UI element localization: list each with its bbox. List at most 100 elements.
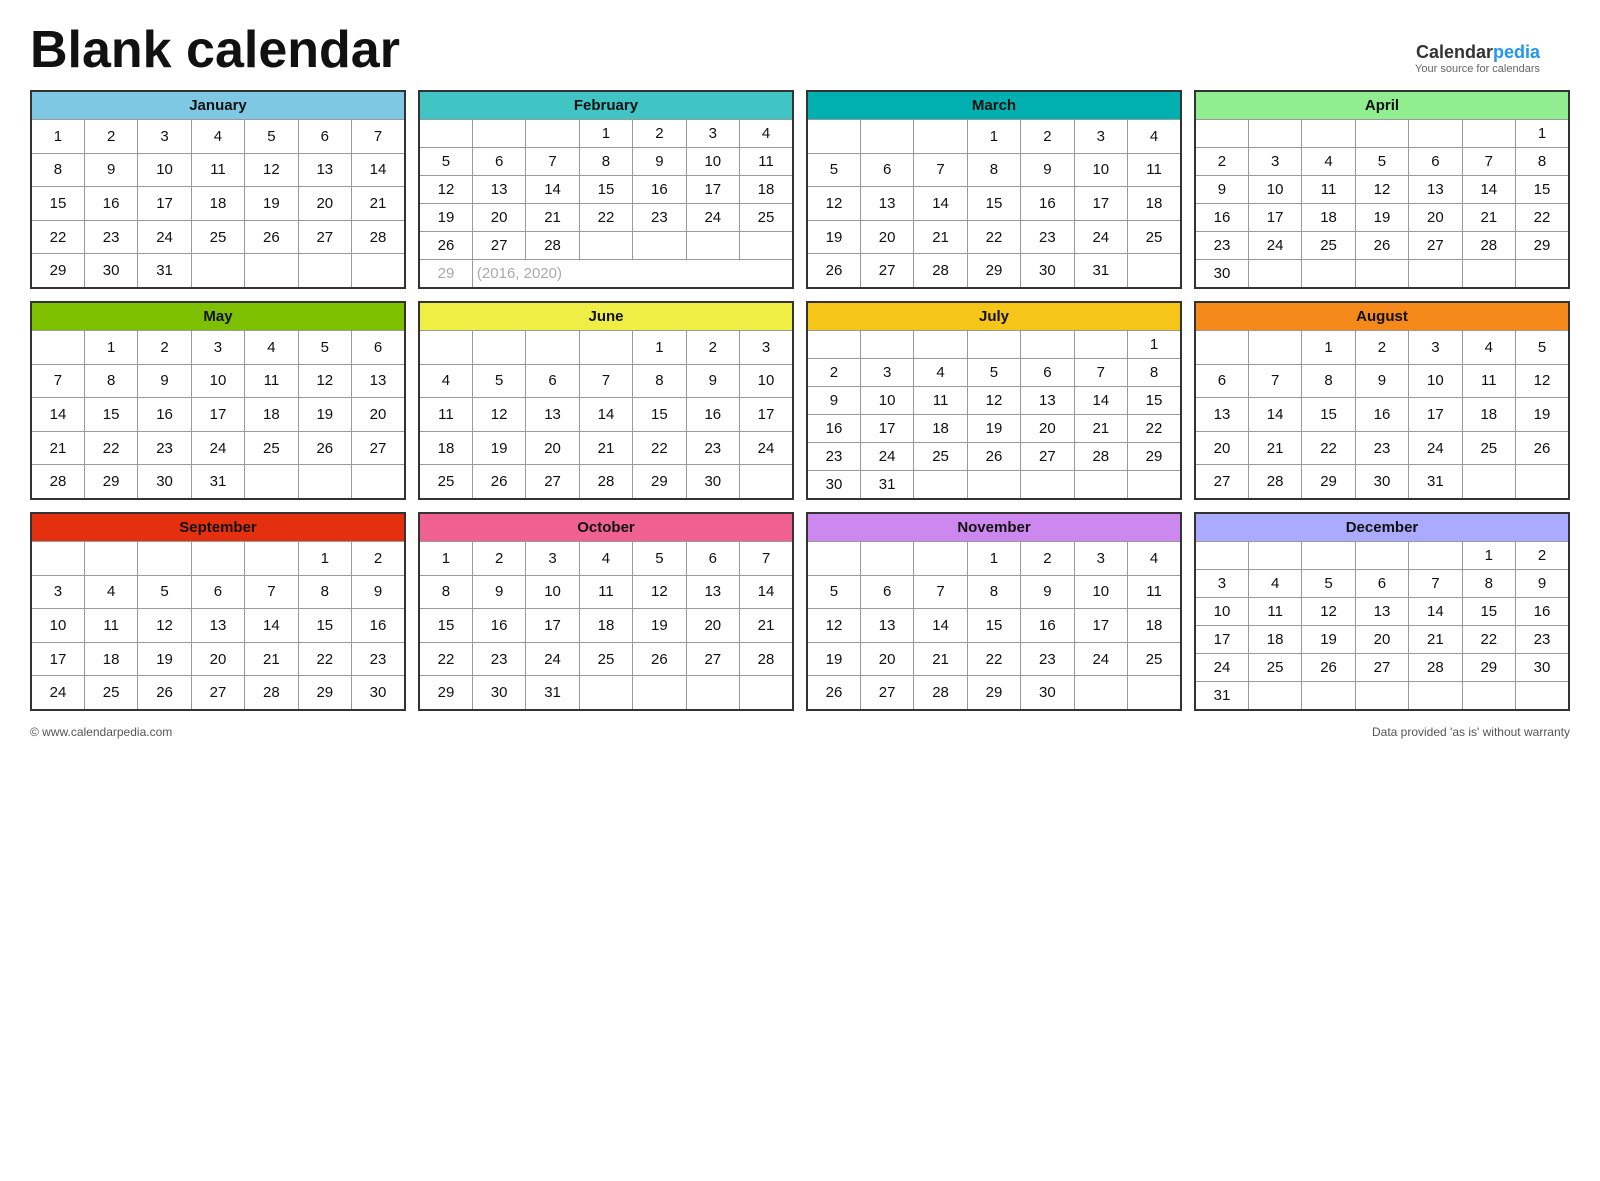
day-cell: 20 [191,642,244,676]
day-cell [1516,260,1569,289]
day-cell: 12 [138,609,191,643]
day-cell: 24 [1074,642,1127,676]
day-cell: 20 [298,187,351,221]
day-cell: 5 [633,542,686,576]
day-cell: 10 [860,387,913,415]
day-cell: 23 [352,642,405,676]
day-cell [967,471,1020,500]
week-row: 23242526272829 [1195,232,1569,260]
week-row: 567891011 [807,153,1181,187]
month-table-september: September1234567891011121314151617181920… [30,512,406,711]
day-cell: 22 [1462,626,1515,654]
week-row: 293031 [31,254,405,288]
brand-calendar: Calendar [1416,42,1493,62]
day-cell: 28 [1409,654,1462,682]
week-row: 1234 [807,542,1181,576]
day-cell: 2 [1021,542,1074,576]
day-cell: 22 [84,431,137,465]
day-cell: 30 [84,254,137,288]
week-row: 12131415161718 [807,187,1181,221]
week-row: 45678910 [419,364,793,398]
day-cell: 30 [1021,676,1074,710]
week-row: 1234 [419,120,793,148]
day-cell: 5 [807,575,860,609]
week-row: 19202122232425 [807,220,1181,254]
day-cell: 3 [138,120,191,154]
day-cell [1021,471,1074,500]
day-cell: 3 [1074,542,1127,576]
day-cell: 19 [138,642,191,676]
day-cell: 6 [191,575,244,609]
day-cell: 6 [472,148,525,176]
day-cell [914,471,967,500]
day-cell: 17 [740,398,793,432]
day-cell [579,232,632,260]
day-cell: 31 [138,254,191,288]
day-cell: 17 [1248,204,1301,232]
day-cell [1355,542,1408,570]
day-cell: 31 [860,471,913,500]
day-cell: 5 [1516,331,1569,365]
day-cell: 20 [1021,415,1074,443]
day-cell [1302,542,1355,570]
day-cell: 20 [860,220,913,254]
day-cell: 9 [1195,176,1248,204]
day-cell: 11 [245,364,298,398]
day-cell: 23 [1021,642,1074,676]
day-cell: 14 [1248,398,1301,432]
day-cell [138,542,191,576]
day-cell: 1 [84,331,137,365]
day-cell: 11 [191,153,244,187]
week-row: 22232425262728 [31,220,405,254]
day-cell: 18 [914,415,967,443]
day-cell: 5 [1355,148,1408,176]
day-cell [579,676,632,710]
day-cell: 6 [298,120,351,154]
day-cell: 27 [352,431,405,465]
month-table-december: December12345678910111213141516171819202… [1194,512,1570,711]
day-cell [1355,682,1408,711]
day-cell: 3 [31,575,84,609]
month-table-may: May1234567891011121314151617181920212223… [30,301,406,500]
day-cell: 19 [472,431,525,465]
day-cell: 21 [1074,415,1127,443]
day-cell: 30 [686,465,739,499]
day-cell: 13 [686,575,739,609]
day-cell [807,542,860,576]
day-cell: 14 [245,609,298,643]
week-row: 252627282930 [419,465,793,499]
day-cell: 10 [740,364,793,398]
day-cell: 16 [84,187,137,221]
week-row: 1 [1195,120,1569,148]
day-cell: 29 [633,465,686,499]
day-cell: 7 [1074,359,1127,387]
day-cell: 29 [31,254,84,288]
day-cell: 14 [914,187,967,221]
day-cell: 31 [1074,254,1127,288]
day-cell: 21 [914,220,967,254]
day-cell: 2 [1021,120,1074,154]
day-cell [914,120,967,154]
day-cell: 15 [1302,398,1355,432]
day-cell [1248,120,1301,148]
day-cell: 20 [686,609,739,643]
month-table-january: January123456789101112131415161718192021… [30,90,406,289]
week-row: 293031 [419,676,793,710]
month-header-june: June [419,302,793,331]
day-cell: 12 [1355,176,1408,204]
day-cell: 15 [633,398,686,432]
day-cell: 10 [31,609,84,643]
month-table-november: November12345678910111213141516171819202… [806,512,1182,711]
day-cell: 23 [807,443,860,471]
day-cell: 14 [352,153,405,187]
day-cell: 22 [1128,415,1181,443]
day-cell: 3 [1195,570,1248,598]
day-cell: 25 [1302,232,1355,260]
day-cell: 6 [352,331,405,365]
day-cell: 21 [526,204,579,232]
week-row: 30 [1195,260,1569,289]
day-cell: 31 [1409,465,1462,499]
week-row: 24252627282930 [1195,654,1569,682]
day-cell: 7 [1248,364,1301,398]
day-cell: 12 [245,153,298,187]
